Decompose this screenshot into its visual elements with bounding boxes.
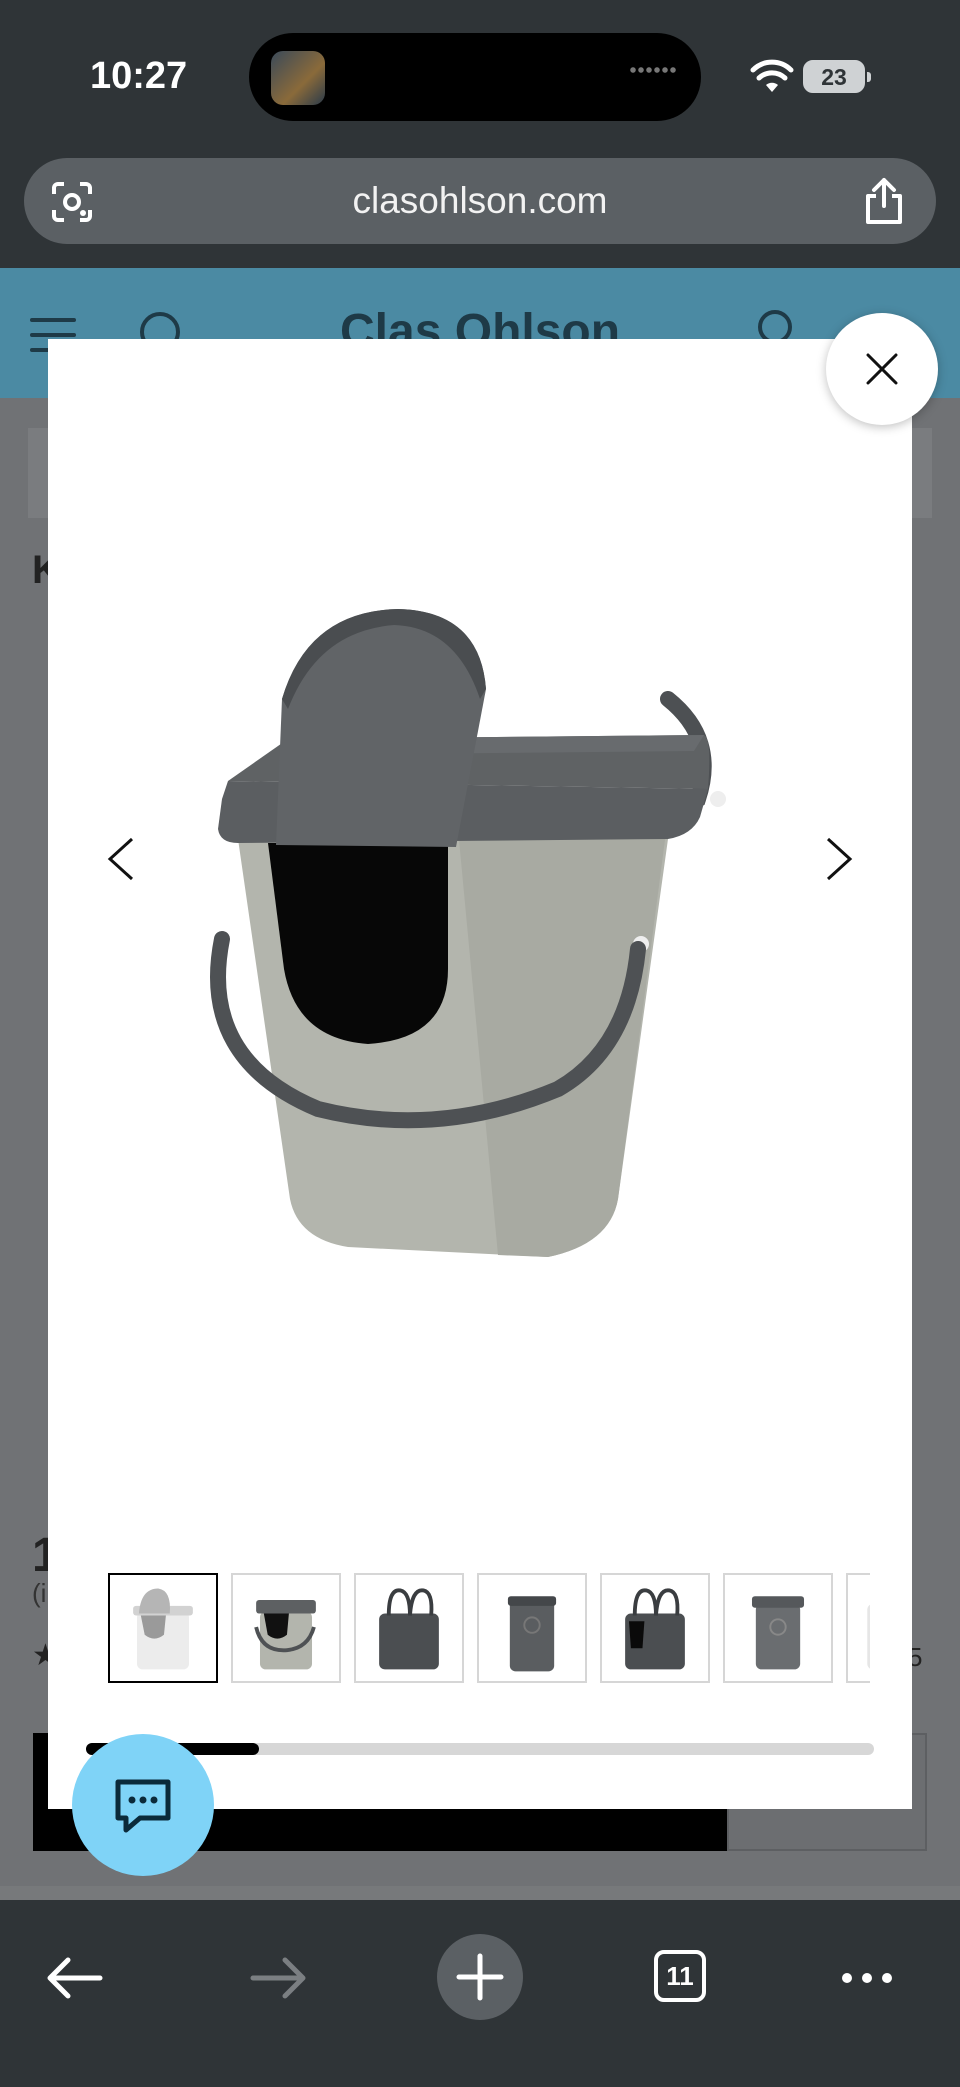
share-icon[interactable]	[862, 176, 906, 226]
thumbnail-2[interactable]	[231, 1573, 341, 1683]
dynamic-island	[249, 33, 701, 121]
more-dots-icon	[842, 1973, 892, 1983]
tab-switcher-button[interactable]: 11	[635, 1938, 725, 2018]
status-bar: 10:27 23	[0, 0, 960, 150]
image-gallery-modal	[48, 339, 912, 1809]
thumbnail-4[interactable]	[477, 1573, 587, 1683]
activity-dots-icon	[629, 66, 677, 74]
browser-address-bar: clasohlson.com	[0, 150, 960, 268]
tabs-count: 11	[654, 1950, 706, 2002]
status-time: 10:27	[90, 55, 188, 97]
close-gallery-button[interactable]	[826, 313, 938, 425]
chat-bubble-icon	[115, 1779, 171, 1833]
back-button[interactable]	[30, 1938, 120, 2018]
browser-toolbar: 11	[0, 1900, 960, 2087]
plus-icon	[456, 1953, 504, 2001]
arrow-left-icon	[47, 1957, 103, 1999]
price-info-partial: (i	[32, 1578, 47, 1608]
arrow-right-icon	[250, 1957, 306, 1999]
more-menu-button[interactable]	[822, 1938, 912, 2018]
close-icon	[866, 353, 898, 385]
battery-indicator: 23	[803, 60, 871, 93]
thumbnail-strip[interactable]	[108, 1573, 870, 1685]
thumbnail-7[interactable]	[846, 1573, 870, 1683]
chevron-left-icon	[107, 837, 134, 881]
url-field[interactable]: clasohlson.com	[24, 158, 936, 244]
thumbnail-3[interactable]	[354, 1573, 464, 1683]
thumbnail-scrollbar[interactable]	[86, 1743, 874, 1755]
divider	[0, 1886, 960, 1900]
next-image-button[interactable]	[808, 819, 868, 899]
wifi-icon	[750, 59, 794, 92]
url-text: clasohlson.com	[352, 180, 608, 221]
product-image-recycling-bin	[210, 609, 726, 1257]
thumbnail-5[interactable]	[600, 1573, 710, 1683]
thumbnail-1[interactable]	[108, 1573, 218, 1683]
forward-button[interactable]	[233, 1938, 323, 2018]
prev-image-button[interactable]	[92, 819, 152, 899]
thumbnail-6[interactable]	[723, 1573, 833, 1683]
new-tab-button[interactable]	[437, 1934, 523, 2020]
chevron-right-icon	[826, 837, 853, 881]
now-playing-artwork	[271, 51, 325, 105]
chat-button[interactable]	[72, 1734, 214, 1876]
